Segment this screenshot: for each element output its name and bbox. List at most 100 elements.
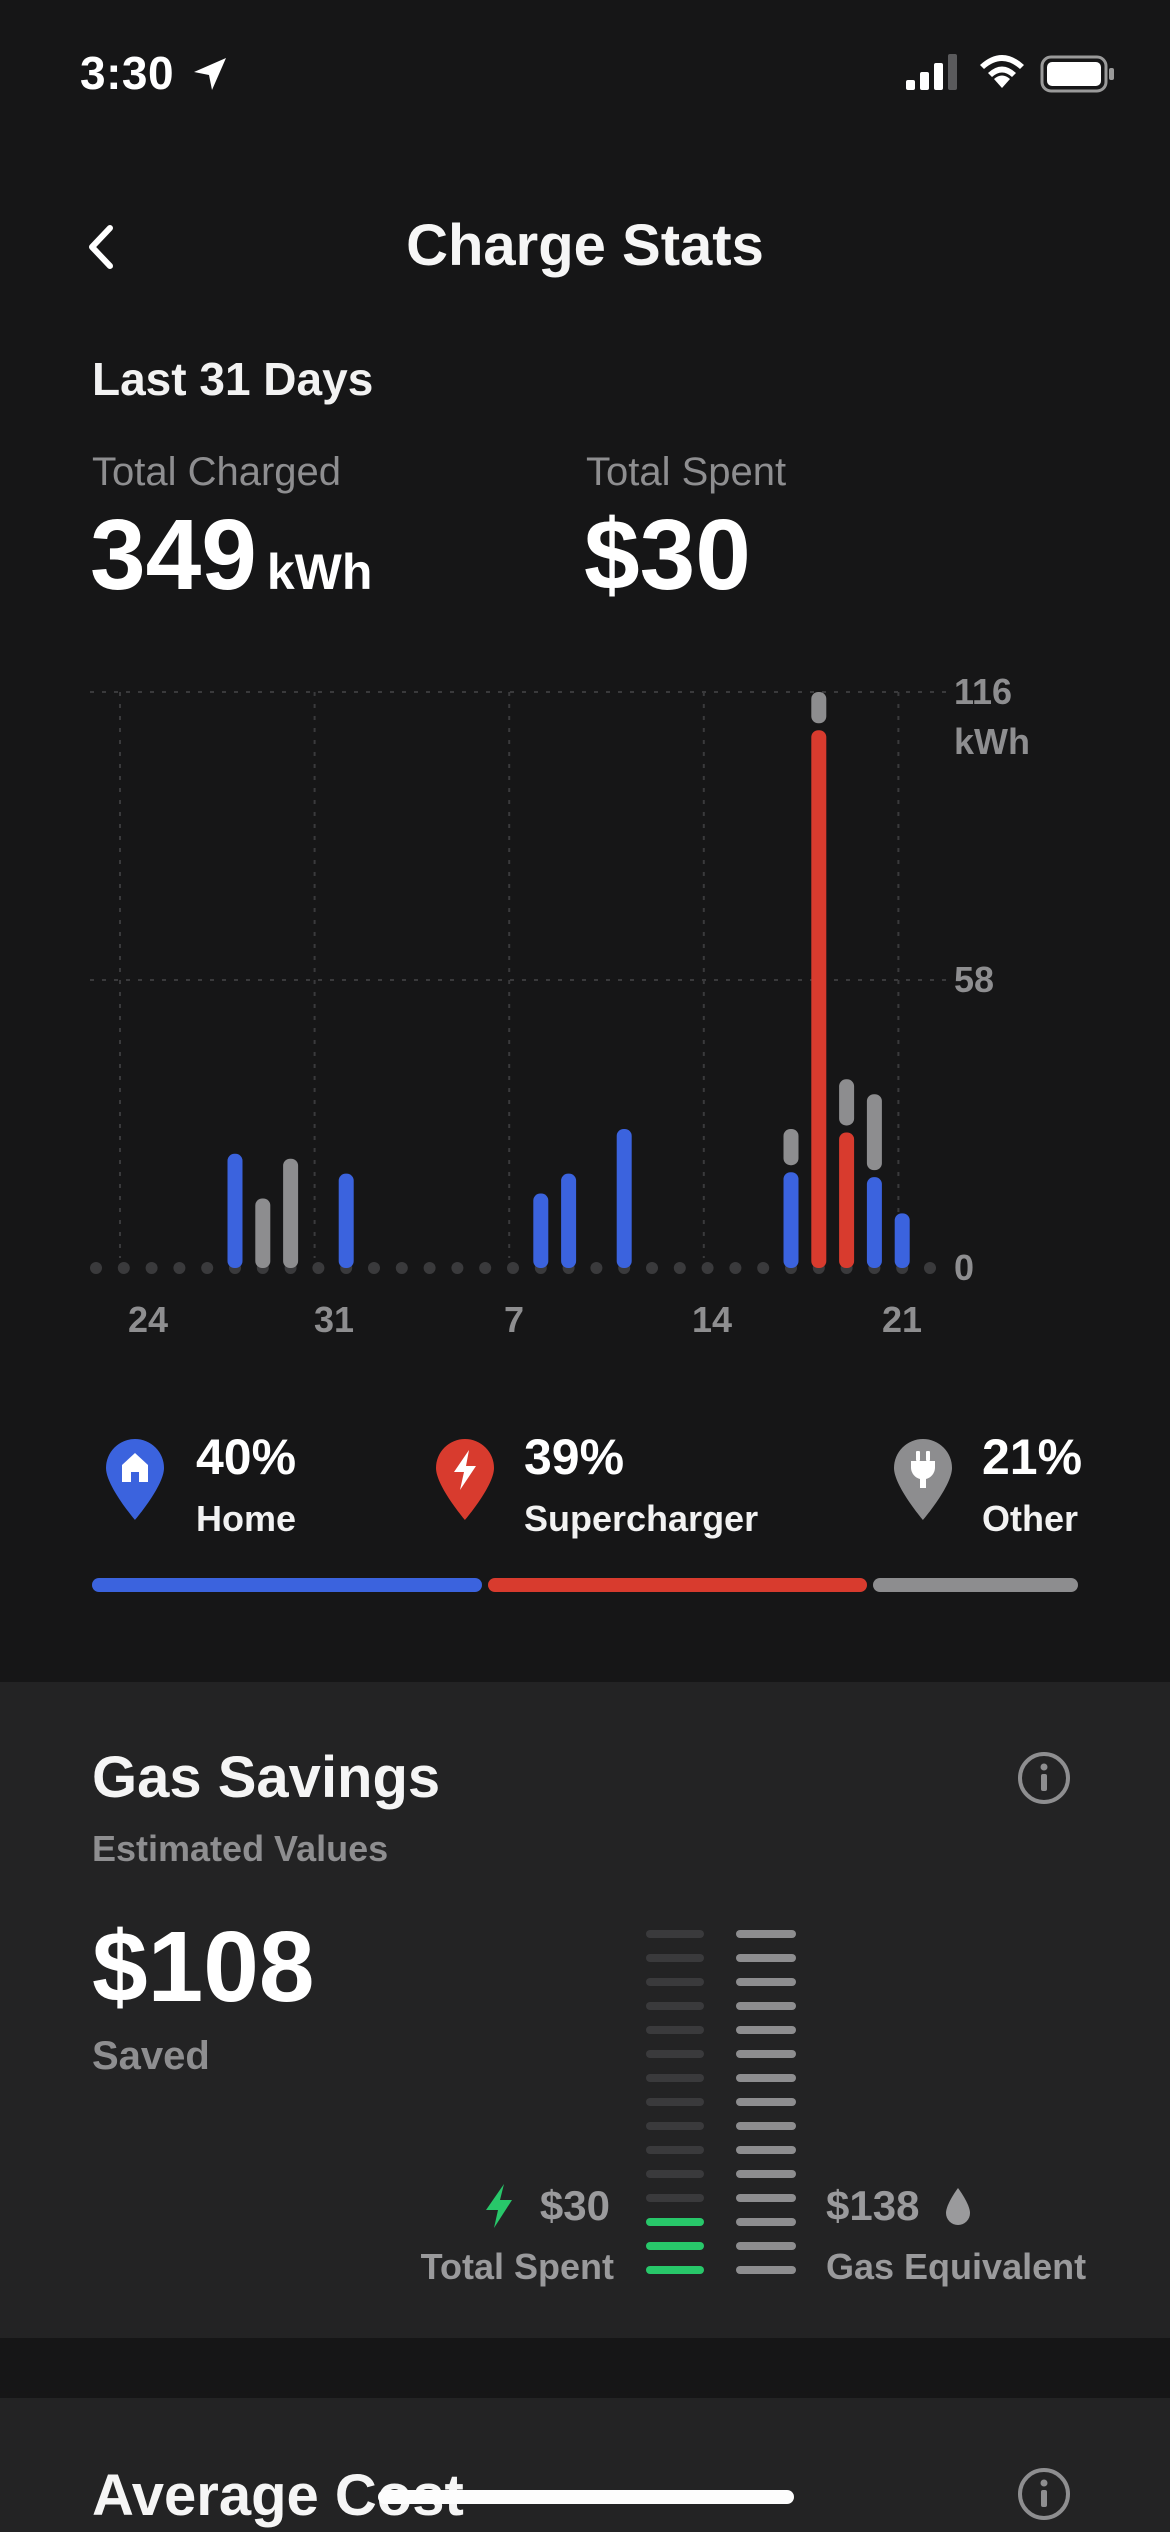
- saved-label: Saved: [92, 2034, 210, 2078]
- spent-level-tick: [646, 1978, 704, 1986]
- other-percent: 21%: [982, 1429, 1083, 1485]
- home-indicator[interactable]: [378, 2490, 794, 2504]
- day-dot: [924, 1262, 936, 1274]
- progress-segment-other: [873, 1578, 1078, 1592]
- day-dot: [90, 1262, 102, 1274]
- bar-other-day-18[interactable]: [783, 1128, 799, 1166]
- gas-level-tick: [736, 2002, 796, 2010]
- daily-charge-bar-chart[interactable]: 24 31 7 14 21 116 kWh 58 0: [0, 660, 1170, 1360]
- spent-level-tick: [646, 2194, 704, 2202]
- spent-level-tick: [646, 2170, 704, 2178]
- total-spent-value: $30: [584, 499, 751, 611]
- spent-level-tick: [646, 1930, 704, 1938]
- bar-home-day-18[interactable]: [783, 1172, 799, 1268]
- day-dot: [729, 1262, 742, 1274]
- status-time: 3:30: [80, 47, 175, 99]
- day-dot: [201, 1262, 214, 1274]
- gas-level-tick: [736, 1978, 796, 1986]
- day-dot: [312, 1262, 325, 1274]
- page-title: Charge Stats: [406, 213, 764, 278]
- day-dot: [590, 1262, 603, 1274]
- bar-home-day-9[interactable]: [533, 1193, 549, 1268]
- home-pin-icon: [106, 1439, 164, 1520]
- gas-level-tick: [736, 2242, 796, 2250]
- battery-icon: [1040, 55, 1114, 93]
- gas-level-tick: [736, 2218, 796, 2226]
- spent-level-tick-filled: [646, 2242, 704, 2250]
- x-tick-label: 21: [882, 1299, 922, 1340]
- bar-supercharger-day-19[interactable]: [811, 730, 827, 1268]
- day-dot: [451, 1262, 464, 1274]
- spent-level-tick: [646, 2002, 704, 2010]
- average-cost-info-icon[interactable]: [1016, 2466, 1072, 2522]
- bar-other-day-20[interactable]: [839, 1079, 855, 1126]
- x-tick-label: 31: [314, 1299, 354, 1340]
- gas-level-tick: [736, 2122, 796, 2130]
- spent-level-tick: [646, 1954, 704, 1962]
- wifi-icon: [980, 55, 1024, 88]
- x-tick-label: 7: [504, 1299, 524, 1340]
- bar-other-day-21[interactable]: [866, 1094, 882, 1171]
- bar-home-day-22[interactable]: [894, 1213, 910, 1268]
- spent-level-tick: [646, 2122, 704, 2130]
- day-dot: [423, 1262, 436, 1274]
- bar-other-day-31[interactable]: [283, 1158, 299, 1268]
- plug-pin-icon: [894, 1439, 952, 1520]
- bolt-icon: [486, 2184, 512, 2228]
- total-charged-unit: kWh: [266, 544, 373, 600]
- location-arrow-icon: [194, 58, 226, 90]
- day-dot: [479, 1262, 492, 1274]
- charge-source-progress-bar: [92, 1578, 1078, 1592]
- bar-other-day-19[interactable]: [811, 692, 827, 724]
- total-charged-number: 349: [90, 499, 257, 611]
- gas-total-spent-amount: $30: [539, 2182, 610, 2229]
- spent-level-tick: [646, 2050, 704, 2058]
- day-dot: [757, 1262, 770, 1274]
- period-label: Last 31 Days: [92, 353, 374, 405]
- bar-other-day-30[interactable]: [255, 1198, 271, 1268]
- day-dot: [646, 1262, 658, 1274]
- gas-level-tick: [736, 2146, 796, 2154]
- day-dot: [368, 1262, 380, 1274]
- progress-segment-supercharger: [487, 1578, 868, 1592]
- x-tick-label: 14: [692, 1299, 732, 1340]
- day-dot: [701, 1262, 714, 1274]
- y-tick-label: kWh: [954, 721, 1030, 762]
- x-tick-label: 24: [128, 1299, 168, 1340]
- spent-level-tick-filled: [646, 2218, 704, 2226]
- gas-total-spent-label: Total Spent: [420, 2246, 614, 2287]
- spent-level-tick: [646, 2146, 704, 2154]
- bar-supercharger-day-20[interactable]: [839, 1132, 855, 1268]
- gas-level-tick: [736, 2170, 796, 2178]
- gas-level-tick: [736, 2194, 796, 2202]
- cellular-signal-icon: [906, 54, 957, 90]
- breakdown-supercharger[interactable]: 39% Supercharger: [434, 1428, 794, 1548]
- bar-home-day-29[interactable]: [227, 1153, 243, 1268]
- spent-level-tick-filled: [646, 2266, 704, 2274]
- bar-home-day-2[interactable]: [338, 1173, 354, 1268]
- bar-home-day-10[interactable]: [561, 1173, 577, 1268]
- breakdown-other[interactable]: 21% Other: [892, 1428, 1092, 1548]
- gas-level-tick: [736, 2050, 796, 2058]
- spent-level-tick: [646, 2074, 704, 2082]
- day-dot: [673, 1262, 686, 1274]
- day-dot: [145, 1262, 158, 1274]
- status-bar: 3:30: [0, 0, 1170, 150]
- total-spent-label: Total Spent: [586, 450, 787, 494]
- total-charged-label: Total Charged: [92, 450, 342, 494]
- spent-vs-gas-gauge: [646, 1930, 796, 2274]
- gas-savings-info-icon[interactable]: [1016, 1750, 1072, 1806]
- gas-level-tick: [736, 2098, 796, 2106]
- gas-level-tick: [736, 2026, 796, 2034]
- breakdown-home[interactable]: 40% Home: [104, 1428, 404, 1548]
- bar-home-day-21[interactable]: [866, 1177, 882, 1268]
- bar-home-day-12[interactable]: [616, 1128, 632, 1268]
- spent-level-tick: [646, 2098, 704, 2106]
- gas-level-tick: [736, 2266, 796, 2274]
- gas-level-tick: [736, 2074, 796, 2082]
- supercharger-percent: 39%: [524, 1429, 625, 1485]
- day-dot: [117, 1262, 130, 1274]
- total-charged-value: 349 kWh: [90, 500, 372, 627]
- other-label: Other: [982, 1498, 1079, 1539]
- day-dot: [173, 1262, 186, 1274]
